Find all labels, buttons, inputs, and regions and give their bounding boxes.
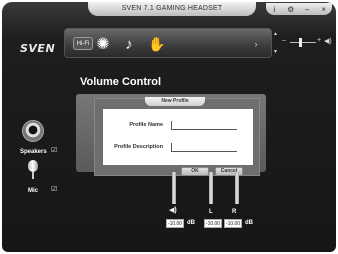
main-volume-slider[interactable] bbox=[172, 172, 176, 204]
hand-icon[interactable]: ✋ bbox=[145, 34, 169, 54]
main-volume-value[interactable]: -10.00 bbox=[166, 219, 184, 228]
page-title: Volume Control bbox=[80, 76, 162, 88]
window-title: SVEN 7.1 GAMING HEADSET bbox=[88, 2, 256, 16]
close-button[interactable]: × bbox=[318, 5, 330, 14]
speakers-checkbox[interactable]: ☑ bbox=[51, 146, 57, 154]
profile-name-input[interactable] bbox=[171, 121, 237, 130]
scroll-up-icon[interactable]: ▲ bbox=[273, 31, 278, 37]
master-volume-knob[interactable] bbox=[299, 38, 302, 47]
chevron-right-icon[interactable]: › bbox=[251, 34, 261, 54]
settings-icon[interactable]: ⚙ bbox=[285, 5, 297, 14]
microphone-icon[interactable] bbox=[28, 160, 38, 180]
ok-button[interactable]: OK bbox=[181, 167, 209, 176]
volume-plus[interactable]: + bbox=[317, 37, 321, 44]
hifi-button[interactable]: Hi-Fi bbox=[73, 37, 93, 50]
lr-volume-unit: dB bbox=[245, 220, 253, 226]
sidebar-item-mic[interactable]: Mic bbox=[28, 188, 38, 194]
info-button[interactable]: i bbox=[268, 5, 280, 14]
volume-minus[interactable]: – bbox=[282, 37, 286, 44]
surround-icon[interactable]: ✺ bbox=[93, 34, 113, 54]
speakers-icon[interactable] bbox=[22, 120, 44, 142]
minimize-button[interactable]: – bbox=[301, 5, 313, 14]
main-volume-unit: dB bbox=[187, 220, 195, 226]
scroll-down-icon[interactable]: ▼ bbox=[273, 49, 278, 55]
right-volume-slider[interactable] bbox=[235, 172, 239, 204]
left-volume-value[interactable]: -10.00 bbox=[204, 219, 222, 228]
mic-checkbox[interactable]: ☑ bbox=[51, 185, 57, 193]
brand-logo: SVEN bbox=[20, 42, 56, 55]
dialog-title: New Profile bbox=[145, 97, 205, 106]
left-volume-slider[interactable] bbox=[209, 172, 213, 204]
right-volume-value[interactable]: -10.00 bbox=[224, 219, 242, 228]
mic-stand bbox=[32, 172, 34, 179]
dialog-body: Profile Name Profile Description bbox=[103, 109, 253, 165]
effects-toolbar: Hi-Fi ✺ ♪ ✋ › ▲ ▼ bbox=[64, 28, 278, 58]
master-volume-slider[interactable]: – + ◀) bbox=[282, 37, 332, 48]
master-volume-track[interactable] bbox=[290, 42, 316, 43]
new-profile-dialog: New Profile Profile Name Profile Descrip… bbox=[94, 97, 260, 176]
app-window: SVEN 7.1 GAMING HEADSET i ⚙ – × SVEN Hi-… bbox=[2, 2, 336, 252]
right-channel-label: R bbox=[232, 209, 237, 215]
mute-icon[interactable]: ◀) bbox=[169, 206, 177, 214]
toolbar-side-controls: ▲ ▼ bbox=[272, 31, 279, 55]
profile-description-input[interactable] bbox=[171, 143, 237, 152]
speaker-icon[interactable]: ◀) bbox=[324, 37, 332, 45]
music-icon[interactable]: ♪ bbox=[119, 34, 139, 54]
profile-name-label: Profile Name bbox=[129, 122, 163, 128]
mic-head bbox=[28, 160, 38, 172]
window-controls: i ⚙ – × bbox=[266, 3, 332, 15]
sidebar-item-speakers[interactable]: Speakers bbox=[20, 149, 47, 155]
profile-description-label: Profile Description bbox=[114, 144, 163, 150]
left-channel-label: L bbox=[209, 209, 213, 215]
